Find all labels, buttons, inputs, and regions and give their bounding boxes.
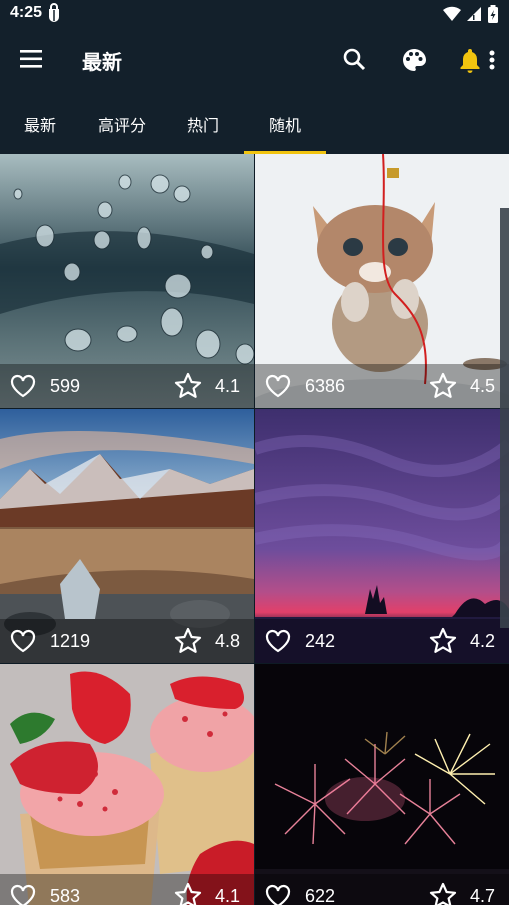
search-icon[interactable]: [341, 46, 369, 74]
like-count: 1219: [50, 631, 91, 651]
menu-icon[interactable]: [20, 48, 44, 70]
rating-value: 4.5: [469, 376, 495, 396]
like-count: 6386: [305, 376, 346, 396]
signal-icon: [467, 7, 481, 21]
rating-value: 4.2: [469, 631, 495, 651]
like-count: 242: [305, 631, 336, 651]
scrollbar[interactable]: [500, 208, 509, 628]
tab-latest[interactable]: 最新: [24, 112, 56, 136]
bug-icon: [49, 3, 59, 22]
tab-top-rated[interactable]: 高评分: [98, 112, 146, 136]
status-time: 4:25: [10, 4, 43, 21]
wifi-icon: [443, 6, 461, 22]
wallpaper-card[interactable]: 599 4.1: [0, 154, 254, 408]
heart-icon[interactable]: [265, 628, 291, 654]
heart-icon[interactable]: [10, 373, 36, 399]
like-count: 599: [50, 376, 81, 396]
rating-value: 4.1: [214, 886, 240, 905]
battery-icon: [488, 5, 498, 23]
wallpaper-image-cupcakes: [0, 664, 254, 905]
star-icon[interactable]: [429, 882, 457, 905]
wallpaper-card[interactable]: 1219 4.8: [0, 409, 254, 663]
wallpaper-card[interactable]: 6386 4.5: [255, 154, 509, 408]
wallpaper-grid: 599 4.1 6386 4.5 1219 4.8 242 4.2 583 4.…: [0, 154, 509, 905]
more-options-icon[interactable]: [482, 46, 502, 74]
like-count: 583: [50, 886, 81, 905]
like-count: 622: [305, 886, 336, 905]
heart-icon[interactable]: [10, 883, 36, 905]
rating-value: 4.7: [469, 886, 495, 905]
heart-icon[interactable]: [265, 373, 291, 399]
page-title: 最新: [82, 52, 122, 74]
heart-icon[interactable]: [265, 883, 291, 905]
status-bar: 4:25: [0, 0, 509, 28]
tab-popular[interactable]: 热门: [187, 112, 219, 136]
star-icon[interactable]: [429, 372, 457, 400]
wallpaper-image-fireworks: [255, 664, 509, 905]
star-icon[interactable]: [429, 627, 457, 655]
heart-icon[interactable]: [10, 628, 36, 654]
rating-value: 4.8: [214, 631, 240, 651]
notification-bell-icon[interactable]: [456, 46, 484, 74]
tab-random[interactable]: 随机: [269, 112, 301, 136]
wallpaper-card[interactable]: 583 4.1: [0, 664, 254, 905]
app-bar: 最新: [0, 28, 509, 92]
star-icon[interactable]: [174, 882, 202, 905]
tab-bar: 最新 高评分 热门 随机: [0, 92, 509, 154]
rating-value: 4.1: [214, 376, 240, 396]
wallpaper-card[interactable]: 622 4.7: [255, 664, 509, 905]
star-icon[interactable]: [174, 627, 202, 655]
palette-icon[interactable]: [400, 46, 428, 74]
wallpaper-card[interactable]: 242 4.2: [255, 409, 509, 663]
star-icon[interactable]: [174, 372, 202, 400]
